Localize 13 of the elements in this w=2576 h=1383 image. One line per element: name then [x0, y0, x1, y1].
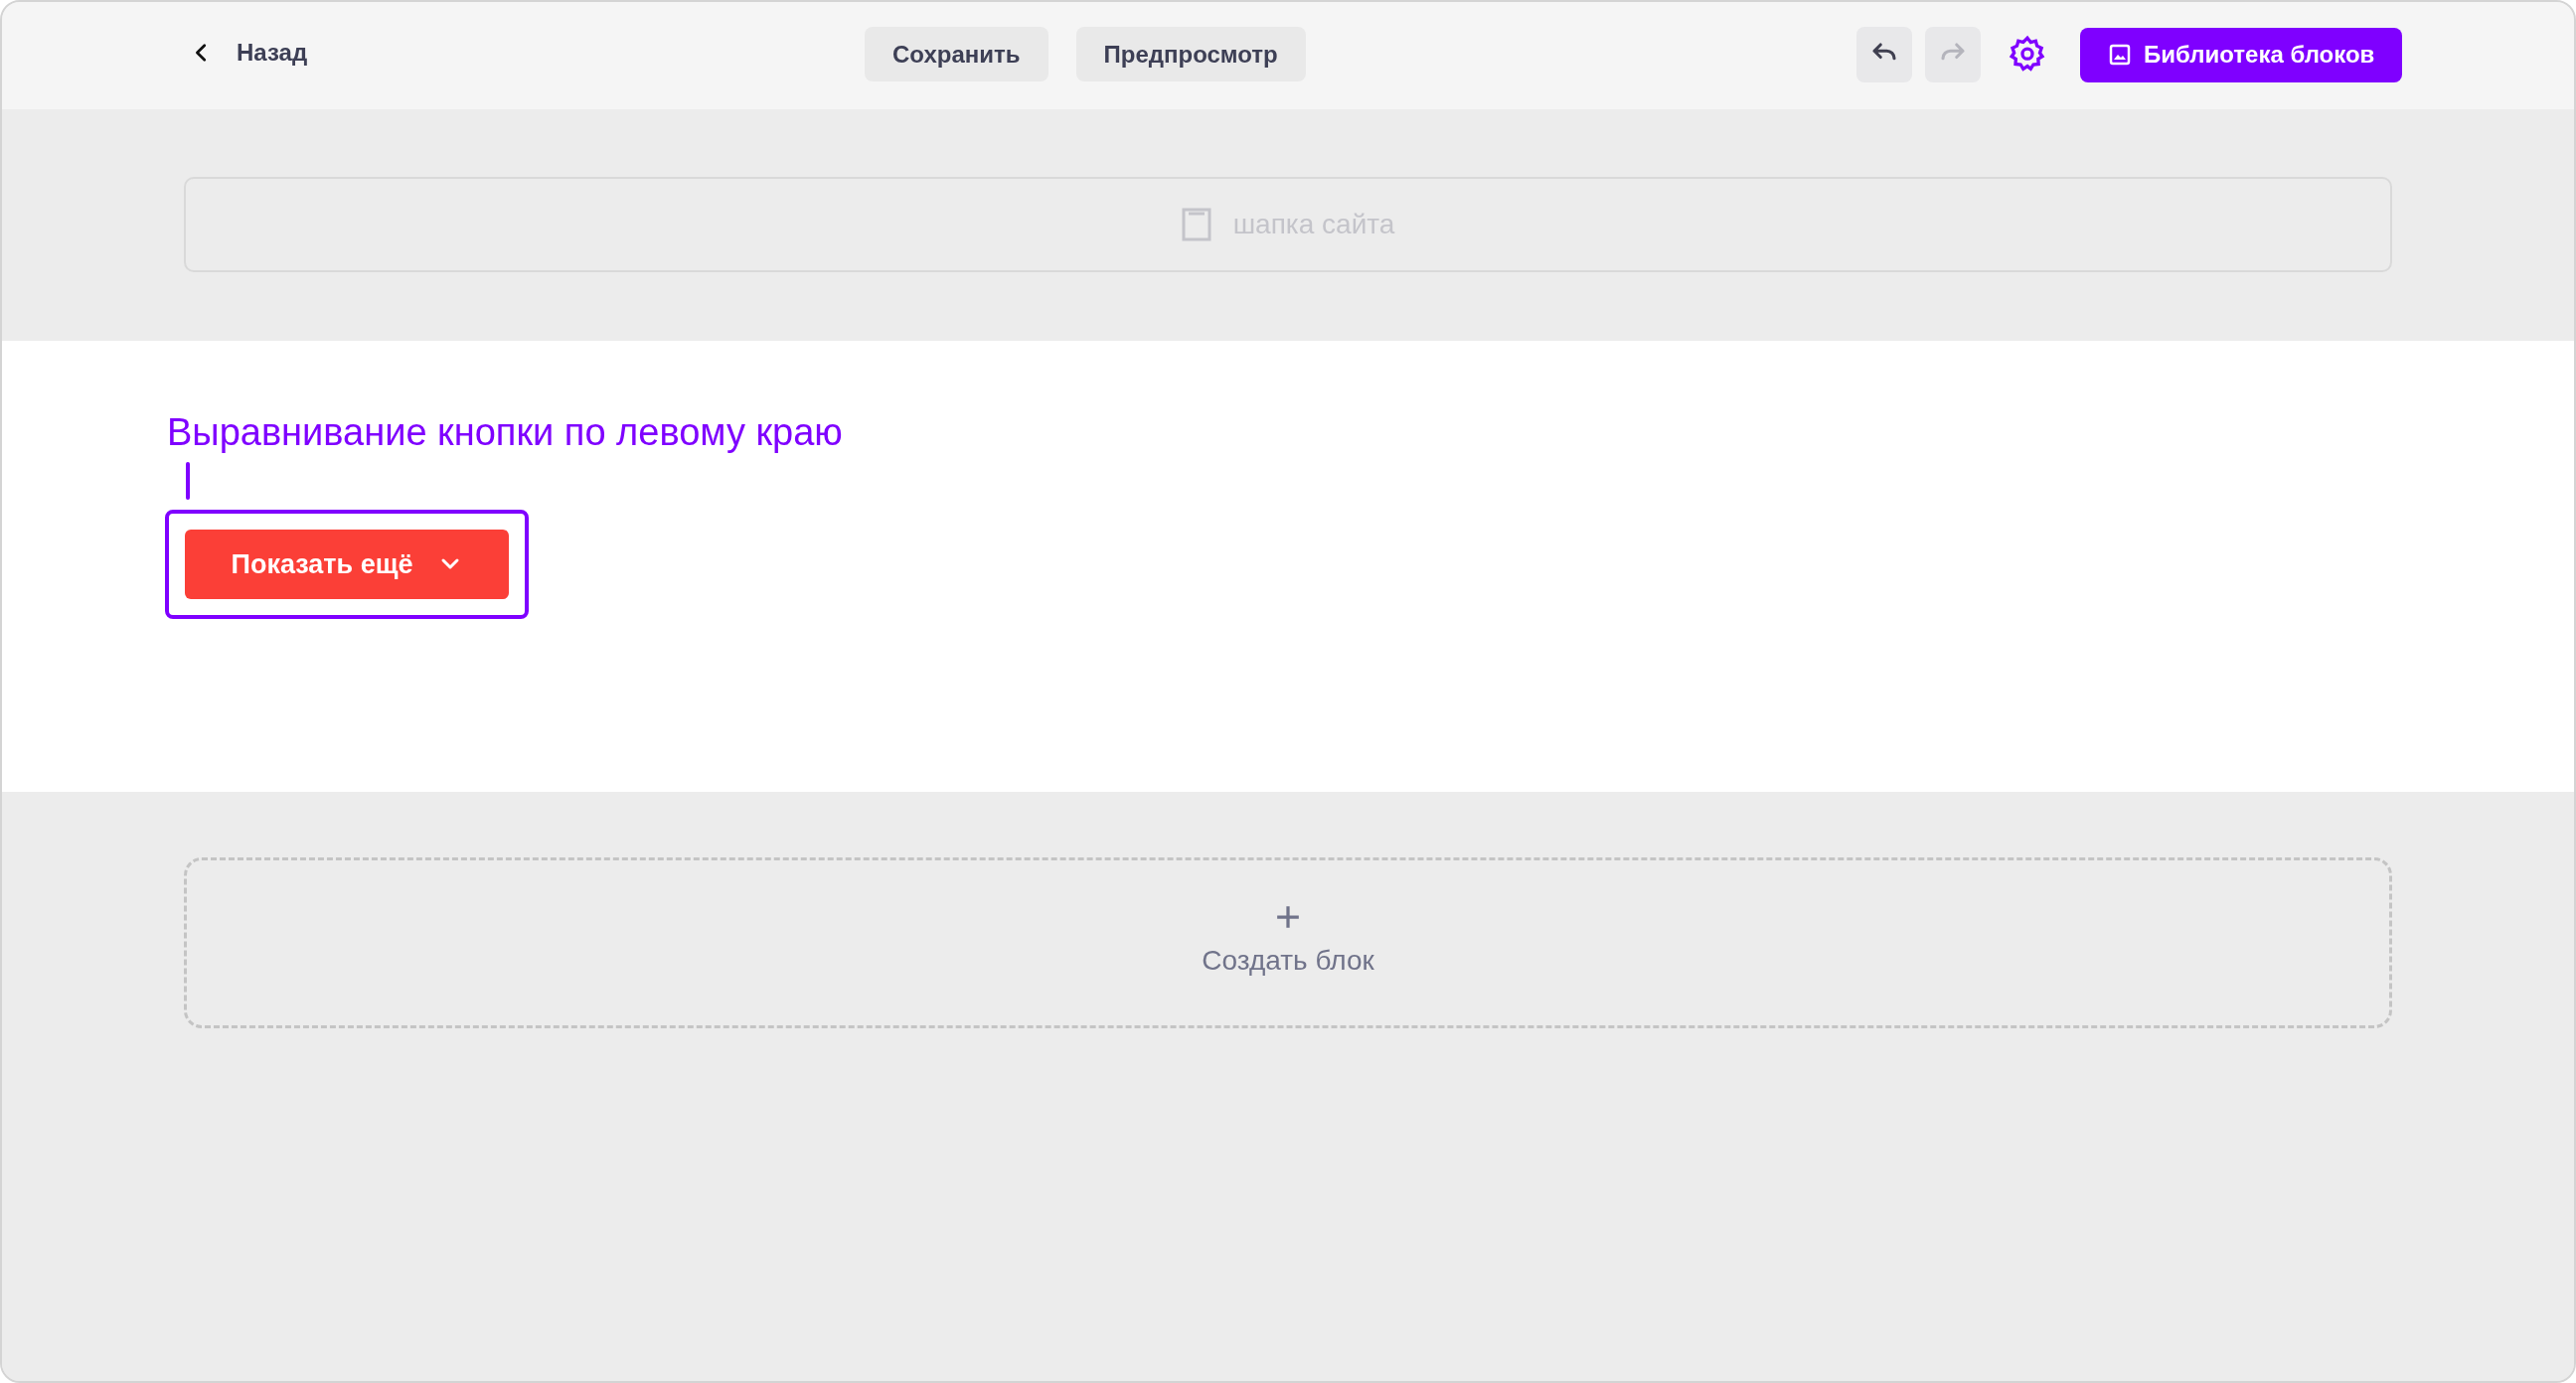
toolbar-button[interactable]: Сохранить — [865, 27, 1048, 81]
show-more-button[interactable]: Показать ещё — [185, 530, 509, 599]
settings-icon[interactable] — [2008, 35, 2047, 75]
create-block-area[interactable]: Создать блок — [184, 857, 2392, 1028]
plus-icon — [1275, 904, 1301, 930]
annotation-label: Выравнивание кнопки по левому краю — [167, 410, 843, 454]
block-library-button[interactable]: Библиотека блоков — [2080, 27, 2403, 82]
image-icon — [2108, 43, 2132, 67]
page-icon — [1181, 208, 1211, 241]
undo-button[interactable] — [1856, 27, 1912, 82]
create-block-label: Создать блок — [1202, 944, 1374, 978]
back-link[interactable]: Назад — [191, 35, 308, 71]
toolbar-button[interactable]: Предпросмотр — [1075, 27, 1306, 81]
